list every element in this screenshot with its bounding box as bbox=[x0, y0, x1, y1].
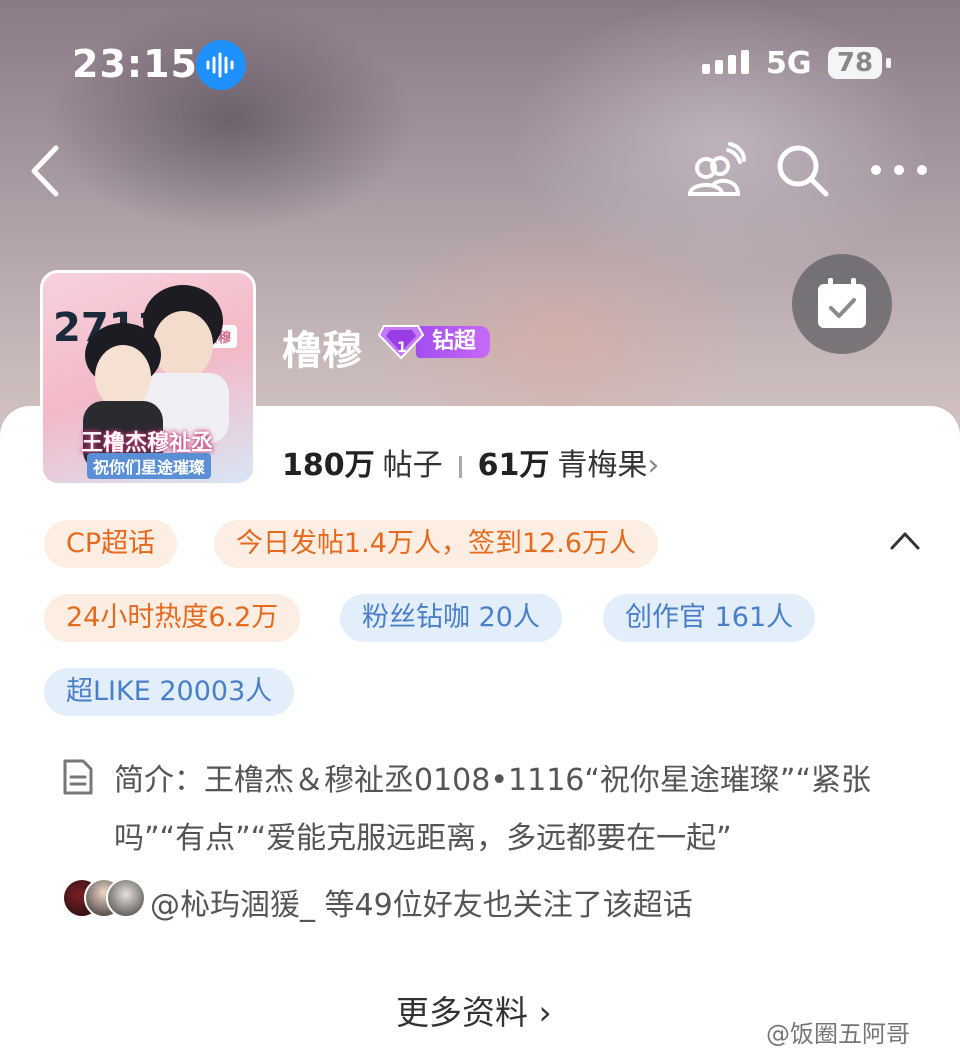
network-type: 5G bbox=[766, 46, 812, 81]
fans-label: 青梅果 bbox=[557, 448, 648, 483]
battery-icon: 78 bbox=[828, 47, 882, 79]
chip-super-like[interactable]: 超LIKE 20003人 bbox=[44, 668, 295, 716]
more-info-button[interactable]: 更多资料 › bbox=[396, 986, 552, 1034]
topic-name: 橹穆 bbox=[282, 328, 362, 374]
signal-icon bbox=[702, 50, 749, 74]
calendar-check-icon bbox=[818, 278, 866, 328]
status-time: 23:15 bbox=[72, 42, 198, 86]
battery-tip bbox=[886, 58, 891, 68]
topic-info-card bbox=[0, 406, 960, 1049]
watermark: @饭圈五阿哥 bbox=[766, 1020, 910, 1048]
chip-24h-heat[interactable]: 24小时热度6.2万 bbox=[44, 594, 301, 642]
intro-text: 简介：王橹杰＆穆祉丞0108•1116“祝你星途璀璨”“紧张吗”“有点”“爱能克… bbox=[114, 763, 872, 856]
search-icon[interactable] bbox=[774, 142, 830, 198]
chevron-right-icon: › bbox=[647, 448, 660, 483]
friends-text: @杺玙涸猨_ 等49位好友也关注了该超话 bbox=[150, 888, 693, 923]
avatar-subtitle: 祝你们星途璀璨 bbox=[87, 453, 212, 479]
back-arrow-icon[interactable] bbox=[24, 140, 72, 202]
chip-daily-activity[interactable]: 今日发帖1.4万人，签到12.6万人 bbox=[214, 520, 659, 568]
people-broadcast-icon[interactable] bbox=[684, 140, 746, 200]
posts-count: 180万 bbox=[282, 448, 375, 483]
voice-wave-icon[interactable] bbox=[196, 40, 246, 90]
topic-stats[interactable]: 180万 帖子 61万 青梅果› bbox=[282, 440, 659, 484]
status-bar: 23:15 5G 78 bbox=[0, 30, 960, 100]
document-icon bbox=[63, 759, 93, 795]
chip-creators[interactable]: 创作官 161人 bbox=[603, 594, 816, 642]
fans-count: 61万 bbox=[477, 448, 550, 483]
chevron-up-icon[interactable] bbox=[888, 528, 922, 552]
chip-cp-topic[interactable]: CP超话 bbox=[44, 520, 178, 568]
posts-label: 帖子 bbox=[382, 448, 443, 483]
svg-text:1: 1 bbox=[397, 340, 407, 356]
checkin-button[interactable] bbox=[792, 254, 892, 354]
friend-avatar bbox=[106, 878, 146, 918]
topic-avatar[interactable]: 2711 橹穆 王橹杰穆祉丞 祝你们星途璀璨 bbox=[40, 270, 256, 486]
diamond-icon: 1 bbox=[378, 325, 424, 360]
rank-badge-label: 钻超 bbox=[416, 326, 491, 358]
chip-fan-diamond[interactable]: 粉丝钻咖 20人 bbox=[340, 594, 562, 642]
more-options-icon[interactable] bbox=[868, 152, 930, 188]
stats-divider bbox=[458, 455, 462, 478]
